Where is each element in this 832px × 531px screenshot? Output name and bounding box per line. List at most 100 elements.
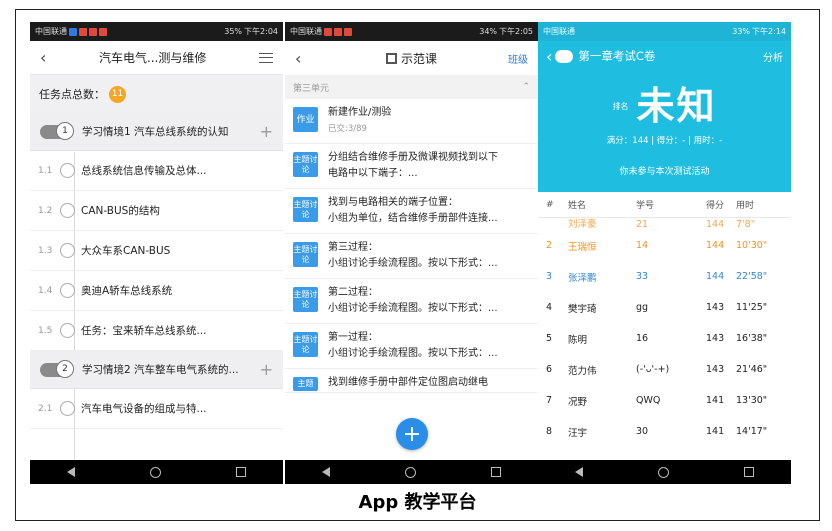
back-icon[interactable]: ‹ xyxy=(546,47,552,66)
recents-nav-icon[interactable] xyxy=(235,467,246,477)
task-count-label: 任务点总数： xyxy=(39,88,105,101)
battery-label: 33% xyxy=(732,27,751,36)
phone-demo-class: 中国联通 34% 下午2:05 ‹ 示范课 班级 第三单元 ⌃ 作业 新建作业/… xyxy=(285,22,538,484)
student-name: 王瑞恒 xyxy=(568,241,597,253)
homework-icon: 作业 xyxy=(293,107,318,132)
activity-card[interactable]: 主题讨论 第一过程： 小组讨论手绘流程图。按以下形式：... xyxy=(285,324,538,369)
plus-icon[interactable]: + xyxy=(260,122,273,141)
back-icon[interactable]: ‹ xyxy=(295,49,301,68)
card-subtitle: 电路中以下端子：... xyxy=(328,168,418,179)
rank-number: 7 xyxy=(546,395,553,406)
activity-card[interactable]: 主题讨论 第三过程： 小组讨论手绘流程图。按以下形式：... xyxy=(285,234,538,279)
student-score: 143 xyxy=(706,302,725,313)
situation-header[interactable]: 1 学习情境1 汽车总线系统的认知 + xyxy=(30,113,283,151)
participation-note: 你未参与本次测试活动 xyxy=(619,167,710,177)
table-row[interactable]: 2 王瑞恒 14 144 10'30" xyxy=(538,230,791,261)
collapse-toggle[interactable]: 1 xyxy=(40,121,74,140)
activity-card[interactable]: 作业 新建作业/测验 已交:3/89 xyxy=(285,99,538,144)
student-id: 30 xyxy=(636,426,649,437)
table-row[interactable]: 7 况野 QWQ 141 13'30" xyxy=(538,385,791,416)
app-icon xyxy=(99,27,107,36)
table-row[interactable]: 3 张泽鹏 33 144 22'58" xyxy=(538,261,791,292)
home-nav-icon[interactable] xyxy=(149,466,161,478)
card-subtitle: 小组讨论手绘流程图。按以下形式：... xyxy=(328,303,498,314)
situation-header[interactable]: 2 学习情境2 汽车整车电气系统的... + xyxy=(30,351,283,389)
activity-card[interactable]: 主题 找到维修手册中部件定位图启动继电 xyxy=(285,369,538,393)
student-score: 141 xyxy=(706,395,725,406)
activity-card[interactable]: 主题讨论 分组结合维修手册及微课视频找到以下 电路中以下端子：... xyxy=(285,144,538,189)
list-item[interactable]: 1.3 大众车系CAN-BUS xyxy=(30,231,283,271)
card-subtitle: 已交:3/89 xyxy=(328,124,367,134)
time-label: 下午2:04 xyxy=(244,27,278,36)
collapse-toggle[interactable]: 2 xyxy=(40,359,74,378)
app-icon xyxy=(324,27,332,36)
recents-nav-icon[interactable] xyxy=(743,467,754,477)
page-title-wrap: 示范课 xyxy=(285,50,538,67)
student-id: QWQ xyxy=(636,395,661,406)
column-header: 用时 xyxy=(736,201,755,211)
table-row[interactable]: 6 范力伟 (-'ᴗ'-+) 143 21'46" xyxy=(538,354,791,385)
cloud-icon xyxy=(555,49,574,63)
item-title: CAN-BUS的结构 xyxy=(81,205,160,217)
chevron-up-icon[interactable]: ⌃ xyxy=(522,82,530,92)
column-header: 学号 xyxy=(636,201,655,211)
item-title: 大众车系CAN-BUS xyxy=(81,245,171,257)
table-row[interactable]: 4 樊宇琦 gg 143 11'25" xyxy=(538,292,791,323)
plus-icon[interactable]: + xyxy=(260,360,273,379)
discussion-icon: 主题讨论 xyxy=(293,332,318,357)
student-id: (-'ᴗ'-+) xyxy=(636,364,670,375)
menu-icon[interactable] xyxy=(259,52,273,63)
home-nav-icon[interactable] xyxy=(404,466,416,478)
status-circle-icon xyxy=(60,283,75,298)
student-score: 144 xyxy=(706,240,725,251)
time-label: 下午2:14 xyxy=(752,27,786,36)
activity-card[interactable]: 主题讨论 第二过程： 小组讨论手绘流程图。按以下形式：... xyxy=(285,279,538,324)
figure-frame: 中国联通 35% 下午2:04 ‹ 汽车电气...测与维修 任务点总数： 11 … xyxy=(15,9,820,521)
discussion-icon: 主题 xyxy=(293,377,318,391)
table-row[interactable]: 刘泽豪 21 144 7'8" xyxy=(538,218,791,230)
list-item[interactable]: 1.2 CAN-BUS的结构 xyxy=(30,191,283,231)
card-title: 第二过程： xyxy=(328,287,378,298)
back-nav-icon[interactable] xyxy=(575,467,584,477)
list-item[interactable]: 1.4 奥迪A轿车总线系统 xyxy=(30,271,283,311)
item-number: 1.4 xyxy=(38,285,53,296)
unit-header[interactable]: 第三单元 ⌃ xyxy=(285,75,538,99)
card-subtitle: 小组为单位，结合维修手册部件连接... xyxy=(328,213,498,224)
activity-card[interactable]: 主题讨论 找到与电路相关的端子位置： 小组为单位，结合维修手册部件连接... xyxy=(285,189,538,234)
student-id: 21 xyxy=(636,219,649,230)
time-label: 下午2:05 xyxy=(499,27,533,36)
add-button[interactable]: + xyxy=(396,418,428,450)
app-header: ‹ 汽车电气...测与维修 xyxy=(30,41,283,75)
card-title: 新建作业/测验 xyxy=(328,107,392,118)
table-row[interactable]: 5 陈明 16 143 16'38" xyxy=(538,323,791,354)
student-id: 33 xyxy=(636,271,649,282)
table-header: # 姓名 学号 得分 用时 xyxy=(538,192,791,218)
status-circle-icon xyxy=(60,243,75,258)
back-nav-icon[interactable] xyxy=(322,467,331,477)
rank-number: 6 xyxy=(546,364,553,375)
app-icon xyxy=(89,27,97,36)
ranking-table: 2 王瑞恒 14 144 10'30" 3 张泽鹏 33 144 22'58" 4 樊宇琦 gg 143 1… xyxy=(538,230,791,447)
item-number: 1.5 xyxy=(38,325,53,336)
system-nav-bar xyxy=(30,460,283,484)
item-number: 1.3 xyxy=(38,245,53,256)
home-nav-icon[interactable] xyxy=(657,466,669,478)
back-nav-icon[interactable] xyxy=(67,467,76,477)
class-button[interactable]: 班级 xyxy=(508,51,528,66)
qr-code-icon[interactable] xyxy=(385,52,397,64)
student-time: 14'17" xyxy=(736,426,768,437)
status-bar: 中国联通 33% 下午2:14 xyxy=(538,22,791,41)
list-item[interactable]: 2.1 汽车电气设备的组成与特... xyxy=(30,389,283,429)
battery-label: 34% xyxy=(479,27,498,36)
student-time: 11'25" xyxy=(736,302,768,313)
status-bar: 中国联通 34% 下午2:05 xyxy=(285,22,538,41)
analysis-button[interactable]: 分析 xyxy=(763,49,783,64)
list-item[interactable]: 1.5 任务：宝来轿车总线系统... xyxy=(30,311,283,351)
table-row[interactable]: 8 汪宇 30 141 14'17" xyxy=(538,416,791,447)
card-subtitle: 小组讨论手绘流程图。按以下形式：... xyxy=(328,348,498,359)
recents-nav-icon[interactable] xyxy=(490,467,501,477)
figure-caption: App 教学平台 xyxy=(358,492,477,513)
list-item[interactable]: 1.1 总线系统信息传输及总体... xyxy=(30,151,283,191)
status-bar: 中国联通 35% 下午2:04 xyxy=(30,22,283,41)
app-header: ‹ 示范课 班级 xyxy=(285,41,538,75)
